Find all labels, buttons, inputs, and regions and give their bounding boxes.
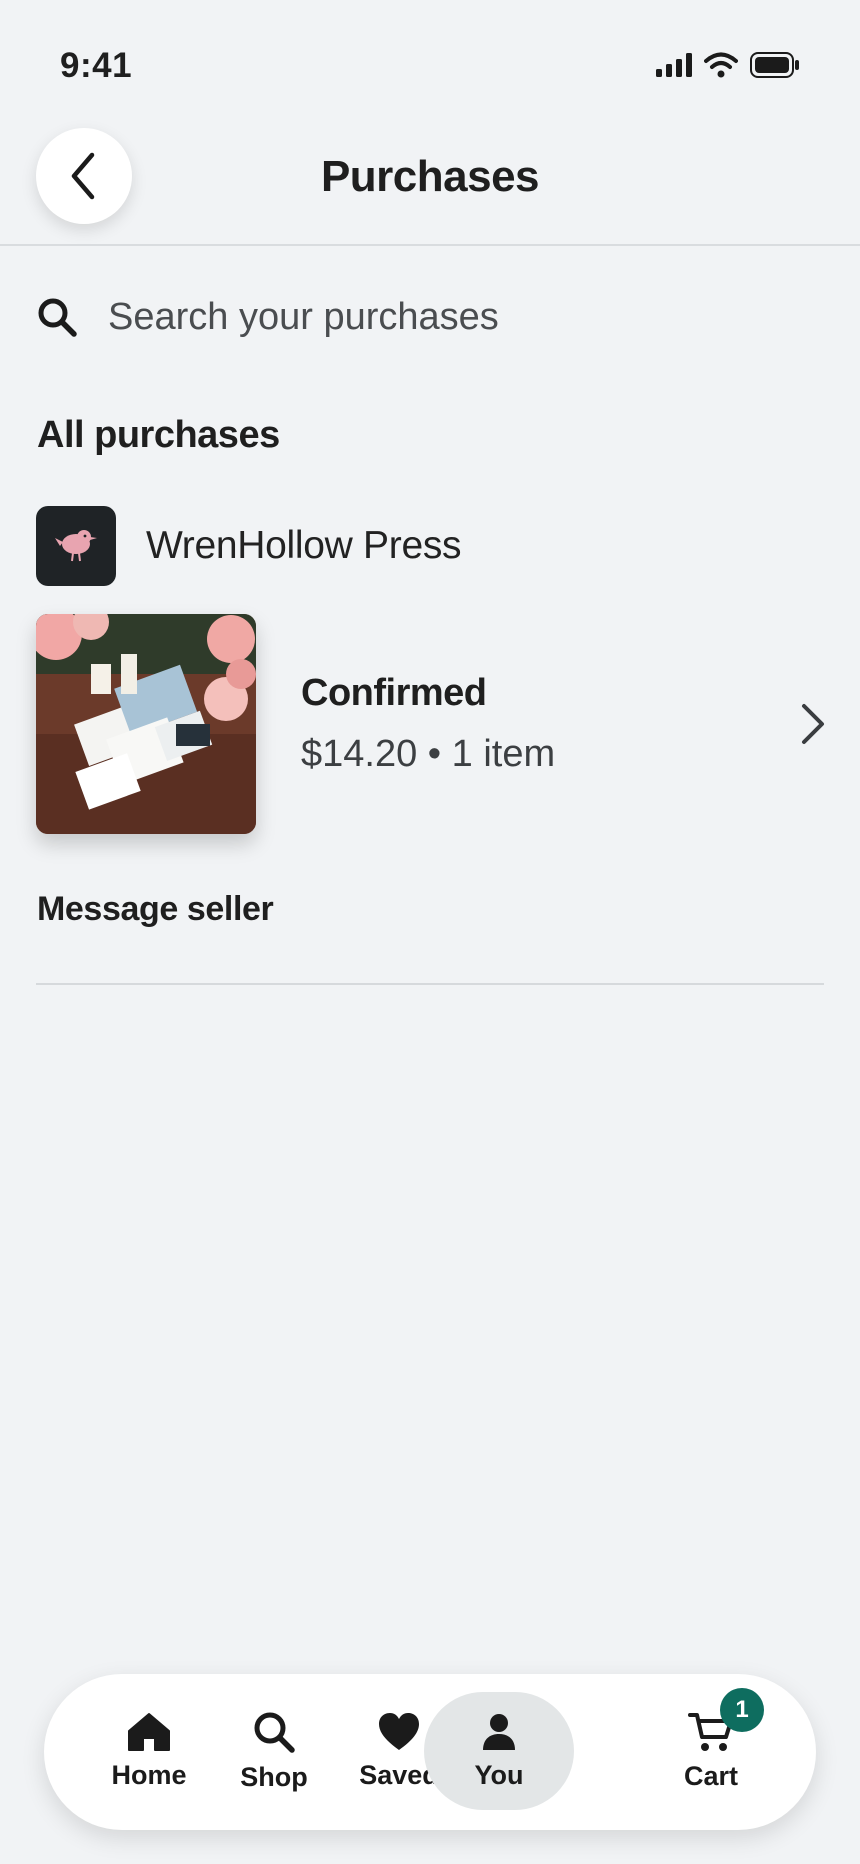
status-icons: [656, 52, 800, 78]
status-time: 9:41: [60, 46, 133, 85]
order-status: Confirmed: [301, 672, 487, 714]
wifi-icon: [704, 52, 738, 78]
tab-label: Shop: [240, 1761, 308, 1792]
tab-cart[interactable]: Cart 1: [636, 1688, 786, 1810]
search-input[interactable]: [108, 295, 808, 339]
divider: [36, 983, 824, 985]
order-row[interactable]: Confirmed $14.20 • 1 item: [36, 614, 826, 834]
battery-icon: [750, 52, 799, 78]
chevron-right-icon: [786, 702, 826, 746]
tab-label: You: [474, 1759, 524, 1790]
bird-logo-icon: [55, 530, 97, 562]
shop-name: WrenHollow Press: [146, 524, 462, 567]
tab-you[interactable]: You: [424, 1692, 574, 1810]
shop-link[interactable]: WrenHollow Press: [36, 506, 462, 586]
order-summary: $14.20 • 1 item: [301, 733, 556, 775]
status-bar: 9:41: [0, 0, 860, 110]
heart-icon: [379, 1712, 419, 1750]
person-icon: [483, 1713, 515, 1750]
tab-label: Cart: [683, 1760, 738, 1791]
search-bar[interactable]: [36, 290, 826, 344]
section-heading: All purchases: [37, 414, 280, 456]
search-icon: [38, 298, 77, 337]
message-seller-link[interactable]: Message seller: [37, 890, 274, 929]
search-icon: [254, 1712, 295, 1753]
cellular-signal-icon: [656, 53, 692, 77]
order-thumbnail: [36, 614, 256, 834]
page-title: Purchases: [320, 152, 540, 201]
bottom-tab-bar: Home Shop Saved You Cart 1: [44, 1674, 816, 1830]
shop-logo: [36, 506, 116, 586]
cart-count-badge: 1: [720, 1688, 764, 1732]
tab-label: Home: [111, 1759, 187, 1790]
order-info: Confirmed $14.20 • 1 item: [301, 672, 786, 776]
home-icon: [128, 1712, 170, 1751]
header: Purchases: [0, 120, 860, 246]
